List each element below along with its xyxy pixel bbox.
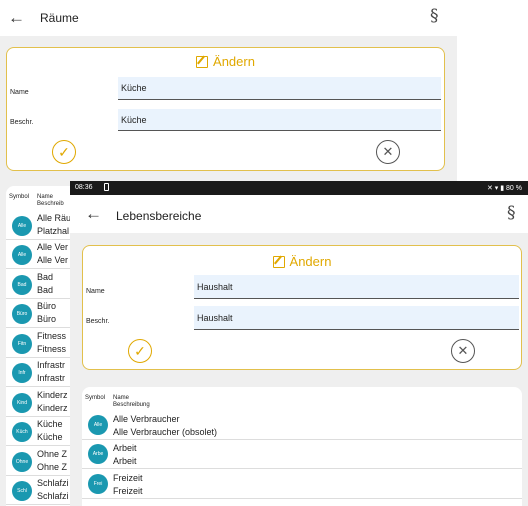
lebensbereiche-screen: 08:36 ✕ ▾ ▮ 80 % ← Lebensbereiche § Ände… <box>70 181 528 506</box>
desc-label: Beschr. <box>86 318 110 325</box>
section-icon[interactable]: § <box>507 205 516 222</box>
item-desc: Fitness <box>37 344 67 354</box>
cancel-button[interactable]: ✕ <box>376 140 400 164</box>
item-desc: Alle Verbraucher (obsolet) <box>113 427 218 437</box>
item-name: Büro <box>37 301 57 311</box>
back-arrow-icon[interactable]: ← <box>8 9 25 26</box>
close-icon: ✕ <box>382 144 394 159</box>
back-arrow-icon[interactable]: ← <box>85 205 102 222</box>
item-name: Alle Räu <box>37 213 72 223</box>
item-name: Fitness <box>37 331 67 341</box>
col-desc: Beschreib <box>37 201 64 207</box>
page-title: Lebensbereiche <box>116 209 202 223</box>
item-desc: Bad <box>37 285 54 295</box>
item-name: Küche <box>37 419 63 429</box>
area-list: Symbol Name Beschreibung Alle Alle Verbr… <box>82 387 522 506</box>
col-name: Name <box>113 395 130 401</box>
status-time: 08:36 <box>75 184 93 191</box>
sim-icon <box>104 183 109 191</box>
edit-icon <box>196 55 209 68</box>
room-avatar: Kind <box>12 393 32 413</box>
room-avatar: Ohne <box>12 452 32 472</box>
item-desc: Schlafzi <box>37 491 69 501</box>
col-desc: Beschreibung <box>113 402 150 408</box>
item-name: Infrastr <box>37 360 66 370</box>
name-input[interactable]: Küche <box>118 77 441 100</box>
list-item[interactable]: Frei Freizeit Freizeit <box>82 470 522 499</box>
list-item[interactable]: Alle Alle Verbraucher Alle Verbraucher (… <box>82 411 522 440</box>
close-icon: ✕ <box>457 343 469 358</box>
room-avatar: Küch <box>12 422 32 442</box>
item-name: Ohne Z <box>37 449 68 459</box>
edit-heading: Ändern <box>83 254 521 269</box>
check-icon: ✓ <box>58 143 70 160</box>
item-name: Alle Ver <box>37 242 69 252</box>
edit-heading-label: Ändern <box>289 254 332 269</box>
item-name: Schlafzi <box>37 478 69 488</box>
col-symbol: Symbol <box>85 395 106 401</box>
name-label: Name <box>10 89 29 96</box>
item-desc: Alle Ver <box>37 255 69 265</box>
item-name: Freizeit <box>113 473 143 483</box>
edit-heading: Ändern <box>7 54 444 69</box>
page-title: Räume <box>40 11 79 25</box>
item-desc: Büro <box>37 314 57 324</box>
item-desc: Arbeit <box>113 456 137 466</box>
item-desc: Infrastr <box>37 373 66 383</box>
name-label: Name <box>86 288 105 295</box>
confirm-button[interactable]: ✓ <box>52 140 76 164</box>
room-avatar: Alle <box>12 245 32 265</box>
area-avatar: Arbe <box>88 444 108 464</box>
desc-label: Beschr. <box>10 119 34 126</box>
edit-card: Ändern Name Küche Beschr. Küche ✓ ✕ <box>6 47 445 171</box>
status-bar: 08:36 ✕ ▾ ▮ 80 % <box>70 181 528 195</box>
app-bar: ← Lebensbereiche § <box>70 195 528 233</box>
col-name: Name <box>37 194 54 200</box>
room-avatar: Bad <box>12 275 32 295</box>
desc-input[interactable]: Haushalt <box>194 306 519 330</box>
area-avatar: Frei <box>88 474 108 494</box>
item-desc: Küche <box>37 432 63 442</box>
col-symbol: Symbol <box>9 194 30 200</box>
name-input[interactable]: Haushalt <box>194 275 519 299</box>
desc-input[interactable]: Küche <box>118 109 441 131</box>
status-indicators: ✕ ▾ ▮ 80 % <box>486 185 522 192</box>
item-name: Alle Verbraucher <box>113 414 180 424</box>
item-desc: Kinderz <box>37 403 68 413</box>
section-icon[interactable]: § <box>430 8 439 25</box>
item-name: Kinderz <box>37 390 68 400</box>
room-avatar: Alle <box>12 216 32 236</box>
room-avatar: Fitn <box>12 334 32 354</box>
app-bar: ← Räume § <box>0 0 457 36</box>
room-avatar: Infr <box>12 363 32 383</box>
item-name: Bad <box>37 272 54 282</box>
item-desc: Freizeit <box>113 486 143 496</box>
confirm-button[interactable]: ✓ <box>128 339 152 363</box>
item-desc: Ohne Z <box>37 462 68 472</box>
room-avatar: Büro <box>12 304 32 324</box>
item-desc: Platzhal <box>37 226 70 236</box>
edit-icon <box>272 255 285 268</box>
list-item[interactable]: Arbe Arbeit Arbeit <box>82 440 522 469</box>
cancel-button[interactable]: ✕ <box>451 339 475 363</box>
edit-heading-label: Ändern <box>213 54 255 69</box>
room-avatar: Schl <box>12 481 32 501</box>
item-name: Arbeit <box>113 443 137 453</box>
area-avatar: Alle <box>88 415 108 435</box>
edit-card: Ändern Name Haushalt Beschr. Haushalt ✓ … <box>82 245 522 370</box>
check-icon: ✓ <box>134 342 146 359</box>
